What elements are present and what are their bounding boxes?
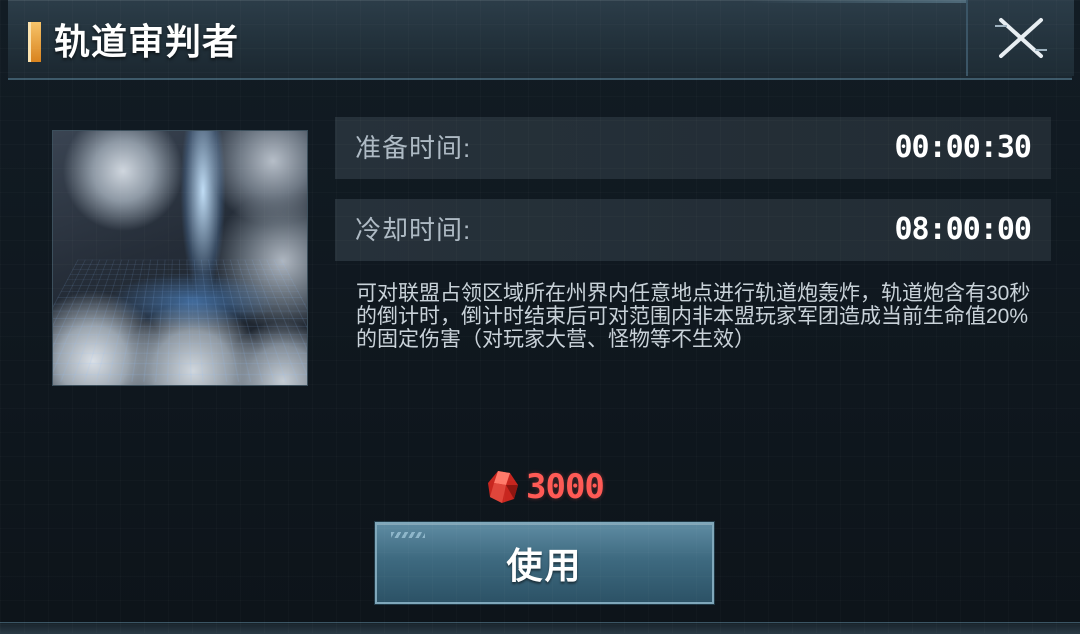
skill-dialog: 轨道审判者 准备时间: 00:00:30 冷却时间: 08:00:00 可对联盟… — [0, 0, 1080, 634]
cost-display: 3000 — [486, 464, 605, 510]
prep-time-row: 准备时间: 00:00:30 — [335, 117, 1051, 179]
close-button[interactable] — [966, 0, 1074, 76]
orbital-strike-artwork — [52, 130, 308, 386]
button-decoration — [391, 532, 425, 538]
cooldown-time-row: 冷却时间: 08:00:00 — [335, 199, 1051, 261]
prep-time-label: 准备时间: — [355, 133, 472, 163]
use-button-label: 使用 — [506, 545, 583, 587]
dialog-header: 轨道审判者 — [8, 0, 1072, 80]
city-grid-overlay — [53, 259, 307, 382]
use-button[interactable]: 使用 — [375, 522, 714, 604]
prep-time-value: 00:00:30 — [894, 130, 1032, 165]
cooldown-time-value: 08:00:00 — [894, 212, 1032, 247]
cooldown-time-label: 冷却时间: — [355, 215, 472, 245]
cost-amount: 3000 — [526, 467, 605, 507]
dialog-bottom-edge — [0, 622, 1080, 634]
close-x-icon — [995, 18, 1047, 58]
title-accent-bar — [28, 22, 41, 62]
dialog-title: 轨道审判者 — [54, 21, 240, 63]
skill-description: 可对联盟占领区域所在州界内任意地点进行轨道炮轰炸，轨道炮含有30秒的倒计时，倒计… — [356, 282, 1031, 351]
red-crystal-icon — [488, 471, 518, 503]
